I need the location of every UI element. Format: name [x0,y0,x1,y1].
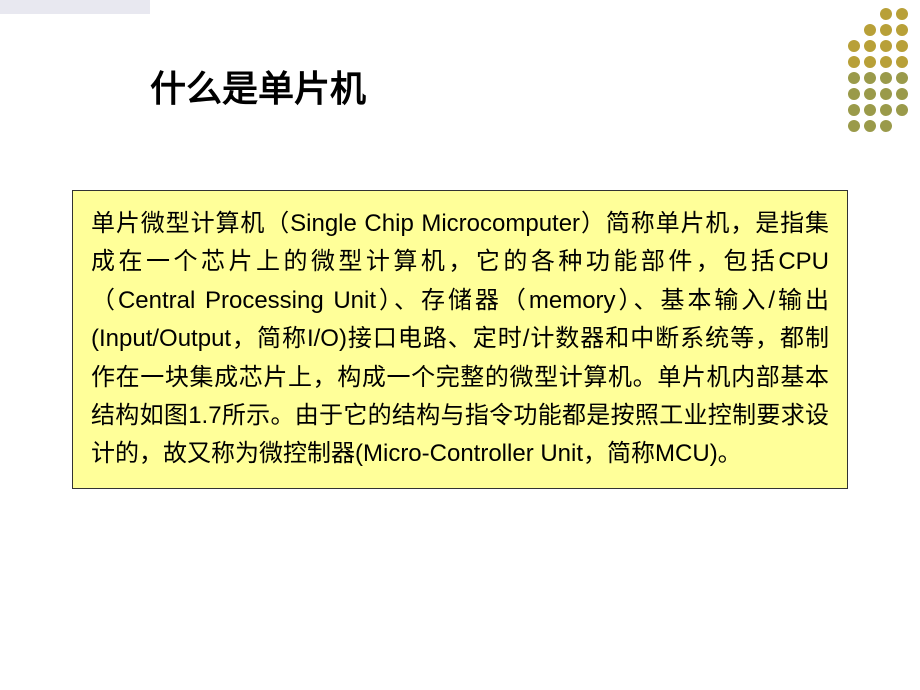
dot-gold [880,24,892,36]
dot-gold [864,40,876,52]
dot-blank [864,8,876,20]
dot-olive [896,104,908,116]
dot-gold [864,56,876,68]
body-text: 单片微型计算机（Single Chip Microcomputer）简称单片机，… [91,205,829,474]
dot-gold [864,24,876,36]
decorative-dots [848,0,908,132]
dot-olive [864,88,876,100]
dot-row [848,8,908,20]
dot-gold [896,40,908,52]
page-title: 什么是单片机 [150,60,366,112]
top-accent-bar [0,0,150,14]
dot-blank [896,120,908,132]
slide-container: 什么是单片机 单片微型计算机（Single Chip Microcomputer… [0,0,920,690]
dot-blank [848,8,860,20]
dot-row [848,24,908,36]
dot-row [848,72,908,84]
dot-olive [848,120,860,132]
dot-olive [864,120,876,132]
dot-gold [880,8,892,20]
dot-olive [848,104,860,116]
dot-blank [848,24,860,36]
dot-olive [880,72,892,84]
dot-olive [896,72,908,84]
dot-olive [848,72,860,84]
dot-olive [896,88,908,100]
dot-olive [880,104,892,116]
dot-row [848,120,908,132]
dot-gold [896,8,908,20]
dot-gold [848,40,860,52]
dot-gold [896,24,908,36]
dot-gold [880,40,892,52]
content-box: 单片微型计算机（Single Chip Microcomputer）简称单片机，… [72,190,848,489]
dot-row [848,40,908,52]
dot-gold [896,56,908,68]
dot-olive [880,88,892,100]
dot-gold [848,56,860,68]
dot-olive [848,88,860,100]
dot-gold [880,56,892,68]
dot-row [848,56,908,68]
dot-olive [864,104,876,116]
dot-olive [880,120,892,132]
dot-olive [864,72,876,84]
dot-row [848,104,908,116]
dot-row [848,88,908,100]
